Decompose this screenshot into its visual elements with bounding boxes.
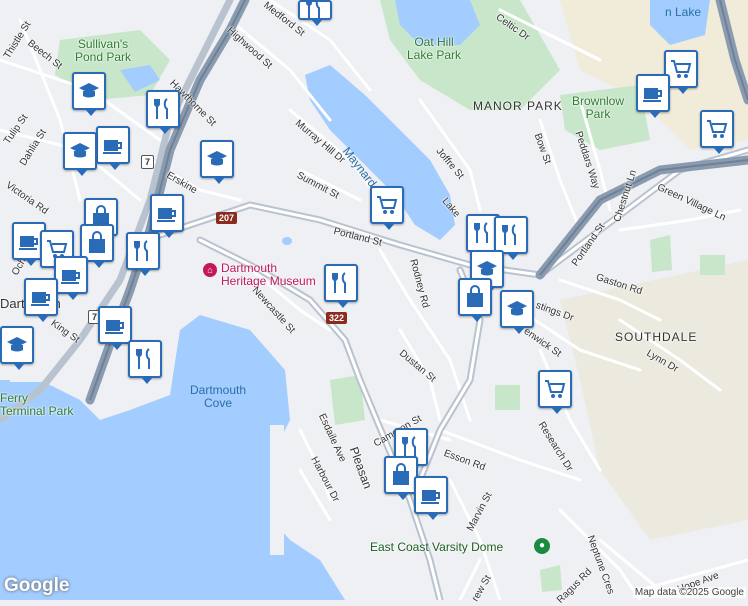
shopping-bag-icon bbox=[89, 231, 105, 253]
school-marker[interactable] bbox=[500, 290, 534, 334]
restaurant-marker[interactable] bbox=[298, 0, 332, 26]
utensils-icon bbox=[474, 222, 488, 243]
cafe-marker[interactable] bbox=[24, 278, 58, 322]
restaurant-marker[interactable] bbox=[324, 264, 358, 308]
shopping-bag-marker[interactable] bbox=[458, 278, 492, 322]
grocery-marker[interactable] bbox=[370, 186, 404, 230]
restaurant-marker[interactable] bbox=[126, 232, 160, 276]
utensils-icon bbox=[154, 98, 168, 119]
shopping-bag-icon bbox=[467, 285, 483, 307]
coffee-cup-icon bbox=[421, 490, 440, 504]
school-marker[interactable] bbox=[63, 132, 97, 176]
shopping-bag-icon bbox=[393, 463, 409, 485]
route-322-shield: 322 bbox=[326, 312, 348, 324]
route-207-shield: 207 bbox=[216, 212, 238, 224]
grocery-marker[interactable] bbox=[538, 370, 572, 414]
shopping-cart-icon bbox=[707, 120, 728, 138]
graduation-cap-icon bbox=[507, 301, 527, 316]
cafe-marker[interactable] bbox=[414, 476, 448, 520]
shopping-cart-icon bbox=[545, 380, 566, 398]
coffee-cup-icon bbox=[19, 236, 38, 250]
route-7-shield: 7 bbox=[141, 155, 155, 169]
graduation-cap-icon bbox=[207, 151, 227, 166]
cafe-marker[interactable] bbox=[54, 256, 88, 300]
graduation-cap-icon bbox=[70, 143, 90, 158]
coffee-cup-icon bbox=[103, 140, 122, 154]
graduation-cap-icon bbox=[7, 337, 27, 352]
cafe-marker[interactable] bbox=[636, 74, 670, 118]
utensils-icon bbox=[502, 224, 516, 245]
shopping-cart-icon bbox=[377, 196, 398, 214]
cafe-marker[interactable] bbox=[96, 126, 130, 170]
utensils-icon bbox=[332, 272, 346, 293]
coffee-cup-icon bbox=[157, 208, 176, 222]
cafe-marker[interactable] bbox=[150, 194, 184, 238]
school-marker[interactable] bbox=[0, 326, 34, 370]
graduation-cap-icon bbox=[79, 83, 99, 98]
school-marker[interactable] bbox=[72, 72, 106, 116]
shopping-cart-icon bbox=[671, 60, 692, 78]
restaurant-marker[interactable] bbox=[494, 216, 528, 260]
google-logo: Google bbox=[4, 575, 70, 596]
shopping-bag-marker[interactable] bbox=[384, 456, 418, 500]
utensils-icon bbox=[136, 348, 150, 369]
utensils-icon bbox=[306, 0, 320, 18]
coffee-cup-icon bbox=[105, 320, 124, 334]
utensils-icon bbox=[134, 240, 148, 261]
cafe-marker[interactable] bbox=[98, 306, 132, 350]
coffee-cup-icon bbox=[643, 88, 662, 102]
restaurant-marker[interactable] bbox=[146, 90, 180, 134]
coffee-cup-icon bbox=[61, 270, 80, 284]
restaurant-marker[interactable] bbox=[128, 340, 162, 384]
school-marker[interactable] bbox=[200, 140, 234, 184]
coffee-cup-icon bbox=[31, 292, 50, 306]
grocery-marker[interactable] bbox=[700, 110, 734, 154]
map-attribution: Map data ©2025 Google bbox=[632, 587, 746, 598]
